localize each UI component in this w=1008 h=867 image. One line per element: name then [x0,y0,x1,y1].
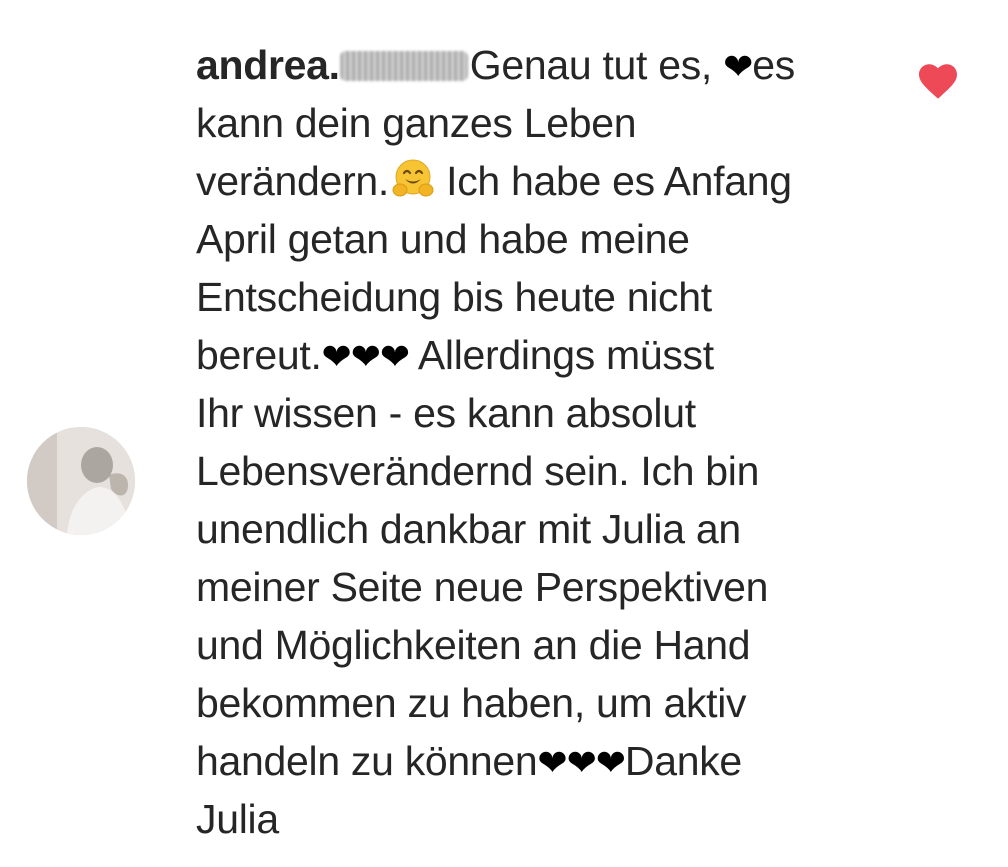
comment-text-fragment: bereut. [196,332,322,378]
comment-line-10: meiner Seite neue Perspektiven [196,564,769,610]
comment-line-6: bereut.❤❤❤ Allerdings müsst [196,326,896,384]
comment-line-11: und Möglichkeiten an die Hand [196,622,751,668]
comment-line-4: April getan und habe meine [196,216,690,262]
comment-text-fragment: Genau tut es, [469,42,724,88]
comment-line-5: Entscheidung bis heute nicht [196,274,712,320]
comment-text-fragment: Allerdings müsst [409,332,714,378]
black-hearts-emoji: ❤❤❤ [321,337,410,378]
comment-text-fragment: es [752,42,795,88]
avatar[interactable] [27,427,135,535]
hugging-face-emoji [391,157,435,201]
comment-line-13: handeln zu können❤❤❤Danke [196,732,896,790]
comment-text-fragment: Danke [624,738,742,784]
comment-line-8: Lebensverändernd sein. Ich bin [196,448,760,494]
comment-line-3: verändern. Ich habe es Anfang [196,152,896,210]
comment-line-14: Julia [196,796,279,842]
comment-line-7: Ihr wissen - es kann absolut [196,390,696,436]
comment-text-fragment: handeln zu können [196,738,538,784]
comment-item: andrea. Genau tut es, ❤es kann dein ganze… [0,0,1008,867]
comment-text-fragment: Ich habe es Anfang [435,158,792,204]
comment-line-1: andrea. Genau tut es, ❤es [196,36,896,94]
black-hearts-emoji: ❤❤❤ [537,743,625,784]
comment-body: andrea. Genau tut es, ❤es kann dein ganze… [196,36,896,848]
comment-line-9: unendlich dankbar mit Julia an [196,506,741,552]
black-heart-emoji: ❤ [723,47,753,88]
redacted-username-part [339,51,468,81]
comment-username[interactable]: andrea. [196,42,340,88]
avatar-photo [27,427,135,535]
heart-icon[interactable] [917,62,959,100]
comment-text-fragment: verändern. [196,158,390,204]
comment-line-2: kann dein ganzes Leben [196,100,637,146]
comment-line-12: bekommen zu haben, um aktiv [196,680,747,726]
